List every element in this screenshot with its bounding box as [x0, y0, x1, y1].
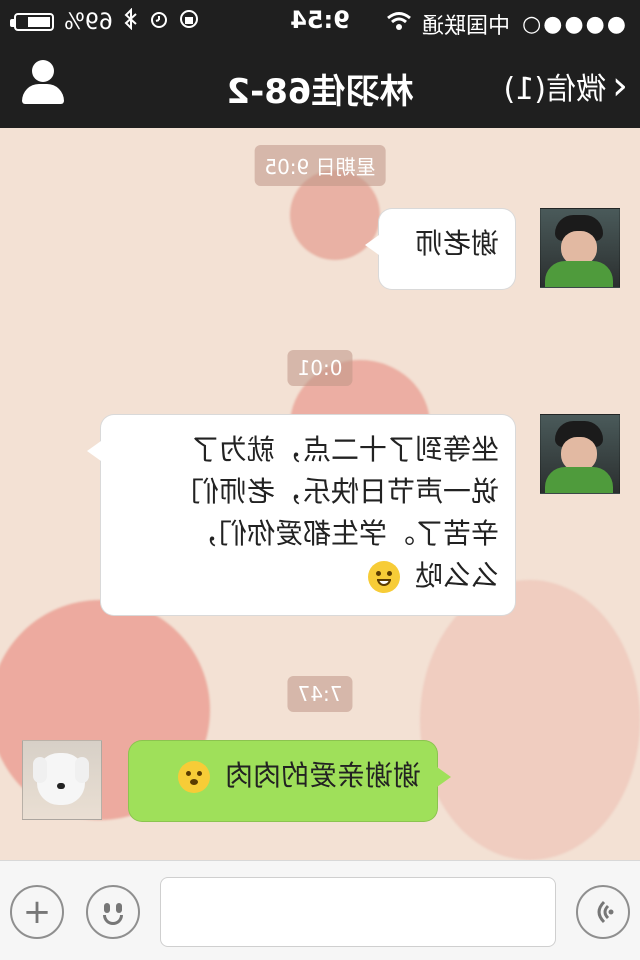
kissing-emoji-icon [178, 761, 211, 793]
message-text: 谢老师 [414, 227, 499, 260]
lock-rotation-icon [179, 9, 199, 35]
battery-percent: 69% [64, 9, 113, 35]
voice-icon[interactable] [576, 885, 630, 939]
message-input[interactable] [160, 877, 556, 947]
message-line: 坐等到了十二点，就为了 [190, 433, 499, 466]
status-right: 69% [14, 7, 199, 36]
input-toolbar: + [0, 860, 640, 960]
message-text: 谢谢亲爱的肉肉 [224, 759, 421, 792]
mirrored-ui-layer: ●●●●○ 中国联通 9:54 69% ‹ 微信(1) 林羽佳68-2 星期日 … [0, 0, 640, 960]
message-line: 辛苦了。学生都爱你们， [190, 517, 499, 550]
plus-icon[interactable]: + [10, 885, 64, 939]
message-bubble[interactable]: 谢老师 [378, 208, 516, 290]
message-bubble[interactable]: 坐等到了十二点，就为了 说一声节日快乐，老师们 辛苦了。学生都爱你们， 么么哒 [100, 414, 516, 616]
emoji-icon[interactable] [86, 885, 140, 939]
my-avatar[interactable] [22, 740, 102, 820]
message-timestamp: 0:01 [287, 350, 353, 386]
message-timestamp: 星期日 9:05 [254, 145, 386, 186]
chat-title: 林羽佳68-2 [226, 72, 414, 112]
message-line: 么么哒 [414, 559, 499, 592]
bluetooth-icon [123, 7, 139, 36]
battery-icon [14, 13, 54, 31]
navigation-bar: ‹ 微信(1) 林羽佳68-2 [0, 40, 640, 128]
grinning-emoji-icon [368, 561, 401, 593]
background-heart [420, 580, 640, 860]
top-header: ●●●●○ 中国联通 9:54 69% ‹ 微信(1) 林羽佳68-2 [0, 0, 640, 128]
person-icon[interactable] [20, 60, 66, 106]
alarm-icon [149, 9, 169, 35]
sender-avatar[interactable] [540, 208, 620, 288]
status-bar: ●●●●○ 中国联通 9:54 69% [0, 0, 640, 40]
message-bubble[interactable]: 谢谢亲爱的肉肉 [128, 740, 438, 822]
message-timestamp: 7:47 [287, 676, 353, 712]
message-line: 说一声节日快乐，老师们 [190, 475, 499, 508]
wechat-chat-screen: ●●●●○ 中国联通 9:54 69% ‹ 微信(1) 林羽佳68-2 星期日 … [0, 0, 640, 960]
message-text-field[interactable] [161, 878, 555, 946]
sender-avatar[interactable] [540, 414, 620, 494]
